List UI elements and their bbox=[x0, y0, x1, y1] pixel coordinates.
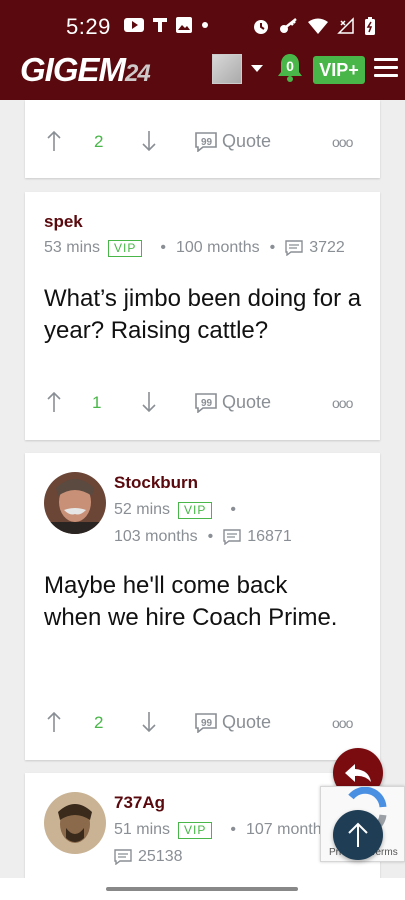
upvote-icon[interactable] bbox=[46, 711, 62, 733]
dot-icon bbox=[200, 17, 210, 37]
post-score: 1 bbox=[92, 393, 102, 412]
downvote-icon[interactable] bbox=[141, 130, 157, 152]
key-icon bbox=[279, 17, 299, 40]
more-options-button[interactable]: ooo bbox=[332, 395, 353, 411]
logo-text: GIGEM bbox=[20, 51, 126, 88]
youtube-icon bbox=[124, 17, 144, 37]
comment-icon bbox=[223, 529, 241, 545]
notifications-count: 0 bbox=[286, 58, 294, 74]
post-time: 52 mins bbox=[114, 501, 171, 518]
quote-icon[interactable]: 99 bbox=[195, 713, 217, 733]
image-icon bbox=[176, 17, 192, 37]
site-logo[interactable]: GIGEM24 bbox=[20, 51, 151, 89]
no-signal-icon bbox=[337, 17, 355, 40]
user-avatar[interactable] bbox=[44, 792, 106, 854]
post-score: 2 bbox=[94, 132, 104, 151]
svg-text:99: 99 bbox=[201, 137, 213, 148]
post-username[interactable]: spek bbox=[44, 212, 83, 232]
upvote-icon[interactable] bbox=[46, 130, 62, 152]
more-options-button[interactable]: ooo bbox=[332, 134, 353, 150]
post-body: Maybe he'll come back when we hire Coach… bbox=[44, 572, 338, 631]
comment-icon bbox=[285, 240, 303, 256]
user-avatar[interactable] bbox=[212, 54, 242, 84]
svg-text:99: 99 bbox=[201, 398, 213, 409]
post-card: spek 53 mins VIP • 100 months • 3722 Wha… bbox=[25, 192, 380, 440]
vip-plus-button[interactable]: VIP+ bbox=[313, 56, 365, 84]
vip-badge: VIP bbox=[178, 821, 213, 839]
wifi-icon bbox=[308, 18, 328, 39]
menu-icon[interactable] bbox=[374, 58, 398, 78]
more-options-button[interactable]: ooo bbox=[332, 715, 353, 731]
post-meta: 51 mins VIP • 107 months bbox=[114, 821, 330, 839]
quote-icon[interactable]: 99 bbox=[195, 132, 217, 152]
post-actions: 2 99 Quote ooo bbox=[25, 711, 380, 741]
vip-badge: VIP bbox=[108, 239, 143, 257]
alarm-icon bbox=[252, 17, 270, 40]
post-time: 53 mins bbox=[44, 239, 101, 256]
logo-suffix: 24 bbox=[125, 60, 151, 87]
post-count: 25138 bbox=[138, 848, 183, 865]
post-meta-line2: 25138 bbox=[114, 848, 183, 866]
notifications-button[interactable]: 0 bbox=[276, 52, 304, 84]
post-meta: 52 mins VIP • bbox=[114, 501, 236, 519]
post-actions: 2 99 Quote ooo bbox=[25, 130, 380, 160]
post-count: 3722 bbox=[309, 239, 345, 256]
system-nav-bar bbox=[0, 878, 405, 900]
upvote-icon[interactable] bbox=[46, 391, 62, 413]
vip-badge: VIP bbox=[178, 501, 213, 519]
post-meta-line2: 103 months • 16871 bbox=[114, 528, 292, 545]
post-score: 2 bbox=[94, 713, 104, 732]
comment-icon bbox=[114, 849, 132, 865]
member-duration: 100 months bbox=[175, 239, 260, 256]
post-card: 2 99 Quote ooo bbox=[25, 100, 380, 178]
site-header: GIGEM24 0 VIP+ bbox=[0, 48, 405, 94]
battery-icon bbox=[364, 16, 376, 41]
svg-text:99: 99 bbox=[201, 718, 213, 729]
member-duration: 107 months bbox=[245, 821, 330, 838]
post-count: 16871 bbox=[247, 528, 292, 545]
post-username[interactable]: Stockburn bbox=[114, 473, 198, 493]
home-gesture-handle[interactable] bbox=[106, 887, 298, 891]
quote-button[interactable]: Quote bbox=[222, 131, 271, 152]
post-card: Stockburn 52 mins VIP • 103 months • 168… bbox=[25, 453, 380, 760]
post-time: 51 mins bbox=[114, 821, 171, 838]
quote-icon[interactable]: 99 bbox=[195, 393, 217, 413]
post-username[interactable]: 737Ag bbox=[114, 793, 165, 813]
quote-button[interactable]: Quote bbox=[222, 392, 271, 413]
post-body: What’s jimbo been doing for a year? Rais… bbox=[44, 285, 362, 344]
arrow-up-icon bbox=[348, 822, 368, 847]
t-app-icon bbox=[152, 17, 168, 37]
member-duration: 103 months bbox=[114, 528, 198, 545]
user-avatar[interactable] bbox=[44, 472, 106, 534]
scroll-to-top-button[interactable] bbox=[333, 810, 383, 860]
status-bar: 5:29 bbox=[0, 10, 405, 44]
post-actions: 1 99 Quote ooo bbox=[25, 391, 380, 421]
status-time: 5:29 bbox=[66, 14, 111, 39]
chevron-down-icon[interactable] bbox=[251, 65, 263, 72]
downvote-icon[interactable] bbox=[141, 391, 157, 413]
downvote-icon[interactable] bbox=[141, 711, 157, 733]
quote-button[interactable]: Quote bbox=[222, 712, 271, 733]
post-meta: 53 mins VIP • 100 months • 3722 bbox=[44, 239, 345, 257]
app-header: 5:29 GIGEM24 0 VIP+ bbox=[0, 0, 405, 100]
